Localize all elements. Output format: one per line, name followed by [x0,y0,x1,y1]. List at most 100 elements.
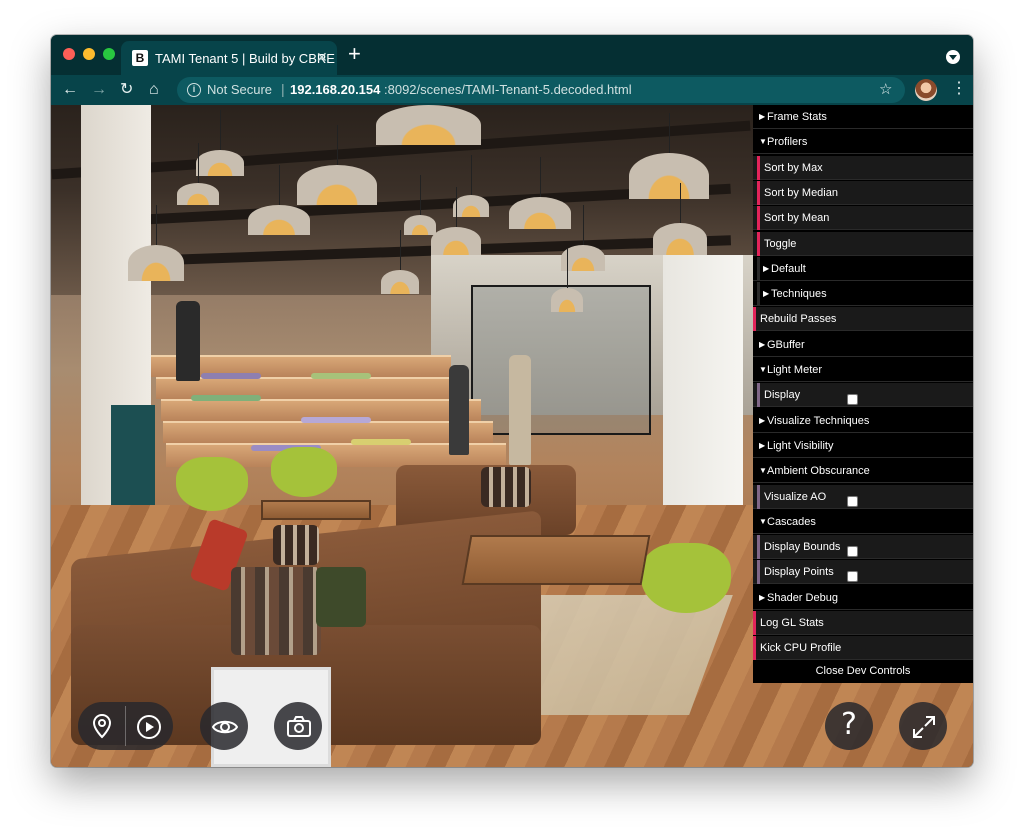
dev-control-label: Sort by Median [764,186,838,199]
pendant-lamp [297,125,377,205]
tab-active[interactable]: B TAMI Tenant 5 | Build by CBRE ✕ [121,41,337,75]
dev-control-label: Rebuild Passes [760,313,837,326]
address-path: :8092/scenes/TAMI-Tenant-5.decoded.html [384,82,632,97]
zoom-window-button[interactable] [103,48,115,60]
dev-control-accent [757,155,760,180]
throw-pillow [231,567,321,655]
checkbox[interactable] [847,571,858,583]
dev-control-accent [753,636,756,661]
dev-control-accent [757,484,760,509]
dev-controls-panel: ▶ Frame Stats ▼ Profilers Sort by Max Sort by… [753,105,973,683]
checkbox[interactable] [847,546,858,558]
forward-button[interactable]: → [91,79,107,101]
dev-control-label: Frame Stats [767,111,827,123]
tab-title: TAMI Tenant 5 | Build by CBRE [155,51,335,66]
address-separator: | [281,81,285,97]
checkbox[interactable] [847,394,858,406]
dev-control-accent [757,282,760,307]
help-button[interactable]: ? [825,702,873,750]
tab-search-icon[interactable] [946,50,960,64]
dev-control-item[interactable]: ▶ Default [753,256,973,281]
dev-control-item[interactable]: Rebuild Passes [753,307,973,332]
address-host: 192.168.20.154 [290,82,381,97]
caret-right-icon: ▶ [759,415,766,425]
close-dev-controls-button[interactable]: Close Dev Controls [753,661,973,681]
pendant-lamp [404,175,436,235]
bleacher-cushion [191,395,261,401]
pendant-lamp [128,205,184,281]
help-icon: ? [841,707,857,742]
back-button[interactable]: ← [62,79,78,101]
green-chair [641,543,731,613]
dev-control-item[interactable]: ▶ GBuffer [753,332,973,357]
dev-control-label: Cascades [767,515,816,528]
caret-down-icon: ▼ [759,516,767,526]
throw-pillow [316,567,366,627]
caret-right-icon: ▶ [763,263,770,273]
caret-right-icon: ▶ [759,112,766,121]
dev-control-item[interactable]: ▶ Frame Stats [753,105,973,129]
caret-right-icon: ▶ [759,592,766,602]
green-chair [176,457,248,511]
dev-control-item[interactable]: Sort by Max [753,155,973,180]
dev-control-label: Shader Debug [767,591,838,604]
pendant-lamp [653,183,707,255]
scene-column [663,255,743,515]
dev-control-label: Light Meter [767,364,823,376]
dev-control-label: Display [764,389,801,402]
dev-control-item[interactable]: Display Points [753,560,973,585]
new-tab-button[interactable]: + [348,43,361,65]
pendant-lamp [196,110,244,176]
person-figure [176,301,200,381]
dev-control-item[interactable]: Display [753,383,973,408]
dev-control-label: Visualize AO [764,490,827,503]
dev-control-item[interactable]: ▶ Light Visibility [753,433,973,458]
dev-control-accent [757,206,760,231]
dev-control-item[interactable]: Log GL Stats [753,611,973,635]
view-button[interactable] [200,702,248,750]
dev-control-label: Visualize Techniques [767,414,870,427]
profile-avatar[interactable] [915,79,937,101]
dev-control-item[interactable]: Toggle [753,231,973,256]
browser-menu-icon[interactable]: ⋮ [951,80,967,98]
dev-control-accent [757,560,760,585]
dev-control-label: Sort by Max [764,161,823,174]
nav-divider [125,706,126,746]
home-button[interactable]: ⌂ [149,79,159,101]
bookmark-star-icon[interactable]: ☆ [879,80,892,98]
dev-control-accent [753,307,756,332]
info-icon[interactable]: i [187,83,201,97]
dev-control-accent [757,256,760,281]
pendant-lamp [376,105,481,145]
dev-control-item[interactable]: Display Bounds [753,535,973,560]
dev-control-item[interactable]: Visualize AO [753,484,973,509]
minimize-window-button[interactable] [83,48,95,60]
dev-control-item[interactable]: ▶ Visualize Techniques [753,408,973,433]
dev-control-item[interactable]: Kick CPU Profile [753,636,973,661]
location-pin-icon[interactable] [90,713,114,739]
caret-down-icon: ▼ [759,137,767,147]
fullscreen-button[interactable] [899,702,947,750]
dev-control-accent [757,383,760,408]
dev-control-item[interactable]: Sort by Mean [753,206,973,231]
tab-close-icon[interactable]: ✕ [316,49,328,66]
browser-window: B TAMI Tenant 5 | Build by CBRE ✕ + ← → … [51,35,973,767]
reload-button[interactable]: ↻ [120,79,133,101]
camera-button[interactable] [274,702,322,750]
dev-control-label: Sort by Mean [764,212,830,225]
dev-control-item[interactable]: ▼ Light Meter [753,358,973,382]
checkbox[interactable] [847,495,858,507]
dev-control-item[interactable]: ▼ Cascades [753,509,973,534]
dev-control-item[interactable]: ▶ Shader Debug [753,585,973,610]
dev-control-item[interactable]: Sort by Median [753,180,973,205]
dev-control-item[interactable]: ▼ Profilers [753,130,973,155]
navigation-controls [78,702,173,750]
address-bar[interactable]: i Not Secure | 192.168.20.154 :8092/scen… [177,77,905,103]
pendant-lamp [431,187,481,255]
dev-control-item[interactable]: ▶ Techniques [753,282,973,307]
close-window-button[interactable] [63,48,75,60]
eye-icon [212,720,238,734]
dev-control-item[interactable]: ▼ Ambient Obscurance [753,459,973,484]
play-icon[interactable] [136,714,162,740]
dev-control-label: Log GL Stats [760,617,824,629]
